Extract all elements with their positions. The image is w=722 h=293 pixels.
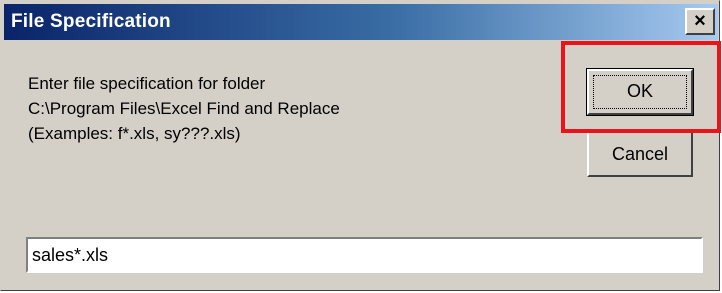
- instruction-line-1: Enter file specification for folder: [28, 74, 266, 93]
- close-button[interactable]: ×: [685, 8, 715, 35]
- title-bar[interactable]: File Specification ×: [4, 4, 718, 40]
- dialog-title: File Specification: [11, 11, 171, 32]
- examples-hint: (Examples: f*.xls, sy???.xls): [28, 124, 241, 143]
- cancel-button[interactable]: Cancel: [587, 131, 693, 177]
- cancel-button-label: Cancel: [611, 144, 669, 164]
- folder-path: C:\Program Files\Excel Find and Replace: [28, 99, 340, 118]
- ok-button-highlight-annotation: [561, 41, 721, 133]
- instruction-text: Enter file specification for folder C:\P…: [28, 71, 340, 146]
- file-spec-input[interactable]: [26, 237, 703, 273]
- close-icon: ×: [694, 10, 706, 32]
- file-specification-dialog: File Specification × Enter file specific…: [0, 0, 721, 291]
